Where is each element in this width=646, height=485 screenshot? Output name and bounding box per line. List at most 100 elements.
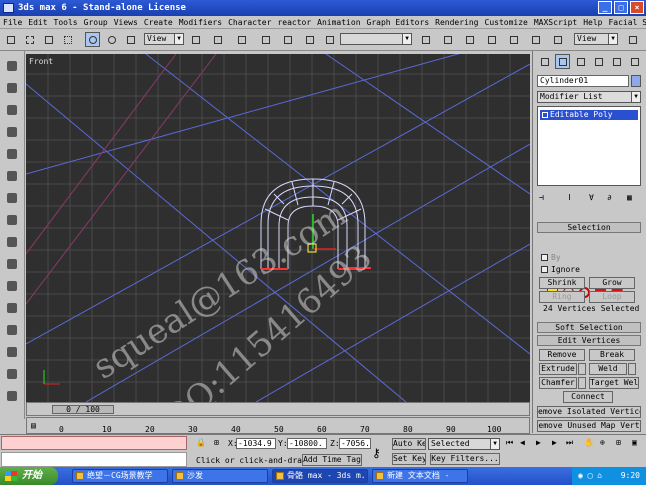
set-key-button[interactable]: Set Key: [392, 453, 426, 465]
tab-lights-icon[interactable]: [5, 213, 19, 227]
key-filters-button[interactable]: Key Filters...: [430, 453, 500, 465]
motion-tab-icon[interactable]: [591, 54, 606, 69]
go-to-start-icon[interactable]: ⏮: [506, 438, 513, 448]
maximize-viewport-icon[interactable]: ▣: [632, 438, 637, 447]
ring-button[interactable]: Ring: [539, 291, 585, 303]
taskbar-item[interactable]: 绝望－CG场景教学: [72, 469, 168, 483]
front-viewport[interactable]: Front squeal@163.com QQ:115416493: [26, 54, 530, 402]
move-icon[interactable]: [85, 32, 100, 47]
x-coord-field[interactable]: -1034.9: [236, 438, 276, 449]
show-end-result-icon[interactable]: ǀ: [567, 193, 572, 202]
pivot-center-icon[interactable]: [188, 32, 203, 47]
menu-edit[interactable]: Edit: [28, 16, 47, 28]
time-slider[interactable]: 0 / 100: [52, 405, 114, 414]
remove-modifier-icon[interactable]: ∂: [607, 193, 612, 202]
menu-group[interactable]: Group: [84, 16, 108, 28]
add-time-tag-button[interactable]: Add Time Tag: [302, 454, 362, 466]
tab-space-warps-icon[interactable]: [5, 279, 19, 293]
loop-button[interactable]: Loop: [589, 291, 635, 303]
y-coord-field[interactable]: -10800.: [287, 438, 327, 449]
selection-rollout-header[interactable]: Selection: [537, 222, 641, 233]
by-vertex-checkbox[interactable]: [541, 254, 548, 261]
absolute-mode-icon[interactable]: ⊞: [214, 438, 219, 447]
z-coord-field[interactable]: -7056.: [339, 438, 371, 449]
make-unique-icon[interactable]: ∀: [589, 193, 594, 202]
taskbar-item[interactable]: 新建 文本文档 -: [372, 469, 468, 483]
menu-character[interactable]: Character: [228, 16, 271, 28]
soft-selection-rollout-header[interactable]: Soft Selection: [537, 322, 641, 333]
viewport-label[interactable]: Front: [29, 57, 53, 66]
taskbar-item[interactable]: 骨骼 max - 3ds m...: [272, 469, 368, 483]
open-mini-curve-editor-icon[interactable]: ▤: [31, 421, 36, 430]
tray-icons[interactable]: ◉ ▢ ⌂: [578, 467, 602, 485]
menu-views[interactable]: Views: [114, 16, 138, 28]
modify-tab-icon[interactable]: [555, 54, 570, 69]
menu-help[interactable]: Help: [583, 16, 602, 28]
select-manipulate-icon[interactable]: [210, 32, 225, 47]
object-name-field[interactable]: Cylinder01: [537, 75, 629, 87]
target-weld-button[interactable]: Target Weld: [589, 377, 639, 389]
track-bar[interactable]: ▤ 0 10 20 30 40 50 60 70 80 90 100: [26, 417, 530, 434]
next-frame-icon[interactable]: ▶: [552, 438, 557, 447]
mirror-icon[interactable]: [418, 32, 433, 47]
pan-icon[interactable]: ✋: [584, 438, 594, 447]
zoom-all-icon[interactable]: ⊞: [616, 438, 621, 447]
render-scene-icon[interactable]: [550, 32, 565, 47]
window-title-bar[interactable]: 3ds max 6 - Stand-alone License _ □ ×: [0, 0, 646, 16]
set-key-icon[interactable]: ⚷: [372, 446, 381, 460]
go-to-end-icon[interactable]: ⏭: [566, 438, 573, 448]
snap-toggle-icon[interactable]: [234, 32, 249, 47]
menu-tools[interactable]: Tools: [54, 16, 78, 28]
break-button[interactable]: Break: [589, 349, 635, 361]
menu-file[interactable]: File: [3, 16, 22, 28]
zoom-icon[interactable]: ⊕: [600, 438, 605, 447]
tab-patch-icon[interactable]: [5, 147, 19, 161]
angle-snap-icon[interactable]: [258, 32, 273, 47]
named-selection-sets-dropdown[interactable]: ▼: [340, 33, 412, 45]
menu-reactor[interactable]: reactor: [277, 16, 311, 28]
expand-icon[interactable]: [542, 112, 548, 118]
quick-render-icon[interactable]: [625, 32, 640, 47]
taskbar-item[interactable]: 沙发: [172, 469, 268, 483]
auto-key-button[interactable]: Auto Key: [392, 438, 426, 450]
menu-modifiers[interactable]: Modifiers: [179, 16, 222, 28]
tab-rendering-icon[interactable]: [5, 345, 19, 359]
render-type-dropdown[interactable]: View ▼: [574, 33, 618, 45]
minimize-button[interactable]: _: [598, 1, 612, 14]
menu-create[interactable]: Create: [144, 16, 173, 28]
tab-particles-icon[interactable]: [5, 125, 19, 139]
key-mode-dropdown[interactable]: Selected ▼: [428, 438, 500, 450]
menu-animation[interactable]: Animation: [317, 16, 360, 28]
layer-manager-icon[interactable]: [462, 32, 477, 47]
tab-custom-icon[interactable]: [5, 389, 19, 403]
scale-icon[interactable]: [123, 32, 138, 47]
shrink-button[interactable]: Shrink: [539, 277, 585, 289]
close-button[interactable]: ×: [630, 1, 644, 14]
start-button[interactable]: 开始: [0, 467, 58, 485]
maxscript-input-mini[interactable]: [1, 452, 187, 467]
select-by-name-icon[interactable]: [41, 32, 56, 47]
by-vertex-option[interactable]: By: [541, 253, 561, 262]
menu-rendering[interactable]: Rendering: [435, 16, 478, 28]
object-color-swatch[interactable]: [631, 75, 641, 87]
tab-helpers-icon[interactable]: [5, 257, 19, 271]
material-editor-icon[interactable]: [528, 32, 543, 47]
connect-button[interactable]: Connect: [563, 391, 613, 403]
lock-selection-icon[interactable]: 🔒: [196, 438, 206, 447]
tab-modifiers-icon[interactable]: [5, 301, 19, 315]
extrude-settings-button[interactable]: [578, 363, 586, 375]
extrude-button[interactable]: Extrude: [539, 363, 577, 375]
remove-isolated-vertices-button[interactable]: emove Isolated Vertice: [537, 406, 641, 418]
create-tab-icon[interactable]: [537, 54, 552, 69]
spinner-snap-icon[interactable]: [302, 32, 317, 47]
chamfer-settings-button[interactable]: [578, 377, 586, 389]
curve-editor-icon[interactable]: [484, 32, 499, 47]
chamfer-button[interactable]: Chamfer: [539, 377, 577, 389]
menu-maxscript[interactable]: MAXScript: [534, 16, 577, 28]
remove-button[interactable]: Remove: [539, 349, 585, 361]
previous-frame-icon[interactable]: ◀: [520, 438, 525, 447]
menu-facial-studio[interactable]: Facial Studio: [608, 16, 646, 28]
reference-coordinate-dropdown[interactable]: View ▼: [144, 33, 184, 45]
modifier-list-dropdown[interactable]: Modifier List ▼: [537, 91, 641, 103]
percent-snap-icon[interactable]: [280, 32, 295, 47]
